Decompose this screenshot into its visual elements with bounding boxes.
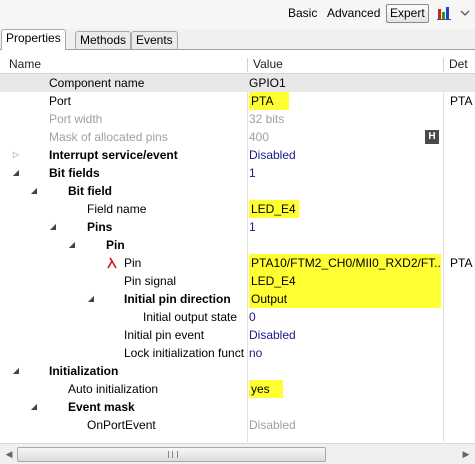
property-row-field-name[interactable]: Field name LED_E4 bbox=[0, 200, 475, 218]
property-name: Mask of allocated pins bbox=[49, 130, 168, 144]
view-mode-toolbar: Basic Advanced Expert bbox=[0, 0, 475, 29]
property-row-pin-group[interactable]: ◢ Pin bbox=[0, 236, 475, 254]
expert-view-button[interactable]: Expert bbox=[386, 4, 429, 23]
property-value[interactable]: LED_E4 bbox=[249, 272, 441, 290]
property-name: Initial output state bbox=[143, 310, 238, 324]
collapse-arrow-icon[interactable]: ◢ bbox=[67, 236, 77, 254]
property-row-pin[interactable]: Pin PTA10/FTM2_CH0/MII0_RXD2/FT... PTA bbox=[0, 254, 475, 272]
property-row-component-name[interactable]: Component name GPIO1 bbox=[0, 74, 475, 92]
tab-events[interactable]: Events bbox=[131, 31, 178, 49]
property-row-mask[interactable]: Mask of allocated pins 400 H bbox=[0, 128, 475, 146]
property-name: OnPortEvent bbox=[87, 418, 156, 432]
details-column-header[interactable]: Det bbox=[449, 56, 468, 73]
property-value[interactable]: 0 bbox=[249, 308, 439, 326]
property-value[interactable]: GPIO1 bbox=[249, 74, 439, 92]
property-name: Initialization bbox=[49, 364, 119, 378]
property-row-initial-output-state[interactable]: Initial output state 0 bbox=[0, 308, 475, 326]
scrollbar-thumb[interactable] bbox=[17, 447, 326, 462]
column-divider[interactable] bbox=[443, 58, 444, 72]
property-name: Pin signal bbox=[124, 274, 177, 288]
property-details: PTA bbox=[450, 256, 473, 270]
grip-icon bbox=[168, 451, 178, 458]
property-row-port-width[interactable]: Port width 32 bits bbox=[0, 110, 475, 128]
property-row-interrupt[interactable]: ▷ Interrupt service/event Disabled bbox=[0, 146, 475, 164]
property-name: Pin bbox=[124, 256, 142, 270]
property-name: Auto initialization bbox=[68, 382, 159, 396]
collapse-arrow-icon[interactable]: ◢ bbox=[11, 362, 21, 380]
property-value[interactable]: PTA bbox=[249, 92, 289, 110]
property-name: Bit fields bbox=[49, 166, 100, 180]
collapse-arrow-icon[interactable]: ◢ bbox=[29, 182, 39, 200]
property-name: Event mask bbox=[68, 400, 135, 414]
property-details: PTA bbox=[450, 94, 473, 108]
property-grid-header: Name Value Det bbox=[0, 56, 475, 74]
property-name: Lock initialization funct bbox=[124, 346, 244, 360]
property-name: Pins bbox=[87, 220, 113, 234]
tab-properties[interactable]: Properties bbox=[1, 29, 66, 50]
value-column-header[interactable]: Value bbox=[253, 56, 283, 73]
property-value: 400 bbox=[249, 130, 270, 144]
collapse-arrow-icon[interactable]: ◢ bbox=[29, 398, 39, 416]
advanced-view-button[interactable]: Advanced bbox=[324, 5, 383, 22]
property-name: Port bbox=[49, 94, 72, 108]
property-row-on-port-event[interactable]: OnPortEvent Disabled bbox=[0, 416, 475, 434]
name-column-header[interactable]: Name bbox=[9, 56, 41, 73]
property-name: Field name bbox=[87, 202, 147, 216]
column-divider[interactable] bbox=[247, 58, 248, 72]
horizontal-scrollbar[interactable]: ◀ ▶ bbox=[0, 443, 475, 464]
property-row-pin-signal[interactable]: Pin signal LED_E4 bbox=[0, 272, 475, 290]
property-value[interactable]: Disabled bbox=[249, 326, 439, 344]
property-value[interactable]: no bbox=[249, 344, 439, 362]
collapse-arrow-icon[interactable]: ◢ bbox=[48, 218, 58, 236]
property-name: Initial pin event bbox=[124, 328, 205, 342]
property-name: Initial pin direction bbox=[124, 292, 231, 306]
property-name: Port width bbox=[49, 112, 103, 126]
hex-format-button[interactable]: H bbox=[425, 130, 439, 144]
chevron-down-icon[interactable] bbox=[460, 7, 470, 17]
basic-view-button[interactable]: Basic bbox=[285, 5, 320, 22]
property-name: Pin bbox=[106, 238, 125, 252]
property-value: 32 bits bbox=[249, 112, 285, 126]
scroll-right-arrow-icon[interactable]: ▶ bbox=[458, 447, 474, 461]
property-row-bit-fields[interactable]: ◢ Bit fields 1 bbox=[0, 164, 475, 182]
property-grid: Component name GPIO1 Port PTA PTA Port w… bbox=[0, 74, 475, 442]
property-value[interactable]: PTA10/FTM2_CH0/MII0_RXD2/FT... bbox=[249, 254, 441, 272]
property-value[interactable]: LED_E4 bbox=[249, 200, 299, 218]
scroll-left-arrow-icon[interactable]: ◀ bbox=[1, 447, 17, 461]
pin-error-icon bbox=[106, 257, 118, 269]
property-row-initial-pin-direction[interactable]: ◢ Initial pin direction Output bbox=[0, 290, 475, 308]
property-value: Disabled bbox=[249, 418, 296, 432]
property-row-event-mask[interactable]: ◢ Event mask bbox=[0, 398, 475, 416]
inspector-tabs: Properties Methods Events bbox=[0, 29, 475, 50]
property-name: Component name bbox=[49, 76, 145, 90]
property-value[interactable]: 1 bbox=[249, 164, 439, 182]
property-value[interactable]: Disabled bbox=[249, 146, 439, 164]
property-row-lock-init-function[interactable]: Lock initialization funct no bbox=[0, 344, 475, 362]
property-row-port[interactable]: Port PTA PTA bbox=[0, 92, 475, 110]
bar-chart-icon[interactable] bbox=[436, 5, 452, 21]
property-name: Interrupt service/event bbox=[49, 148, 178, 162]
property-row-bit-field[interactable]: ◢ Bit field bbox=[0, 182, 475, 200]
collapse-arrow-icon[interactable]: ◢ bbox=[86, 290, 96, 308]
property-value[interactable]: yes bbox=[249, 380, 283, 398]
property-value[interactable]: 1 bbox=[249, 218, 439, 236]
property-name: Bit field bbox=[68, 184, 112, 198]
tab-methods[interactable]: Methods bbox=[75, 31, 132, 49]
property-row-initial-pin-event[interactable]: Initial pin event Disabled bbox=[0, 326, 475, 344]
collapse-arrow-icon[interactable]: ◢ bbox=[11, 164, 21, 182]
property-row-pins[interactable]: ◢ Pins 1 bbox=[0, 218, 475, 236]
property-row-initialization[interactable]: ◢ Initialization bbox=[0, 362, 475, 380]
property-value[interactable]: Output bbox=[249, 290, 441, 308]
expand-arrow-icon[interactable]: ▷ bbox=[11, 146, 21, 164]
property-row-auto-initialization[interactable]: Auto initialization yes bbox=[0, 380, 475, 398]
